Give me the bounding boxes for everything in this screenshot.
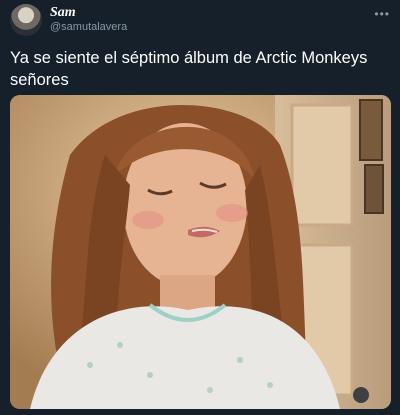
user-handle[interactable]: @samutalavera xyxy=(50,21,127,33)
tweet-text: Ya se siente el séptimo álbum de Arctic … xyxy=(10,49,368,89)
more-horizontal-icon[interactable]: ••• xyxy=(374,8,390,20)
tweet-image[interactable] xyxy=(10,95,391,409)
photo-illustration xyxy=(10,95,391,409)
video-indicator-icon xyxy=(353,387,369,403)
display-name[interactable]: Sam xyxy=(50,5,76,21)
avatar[interactable] xyxy=(10,4,42,36)
